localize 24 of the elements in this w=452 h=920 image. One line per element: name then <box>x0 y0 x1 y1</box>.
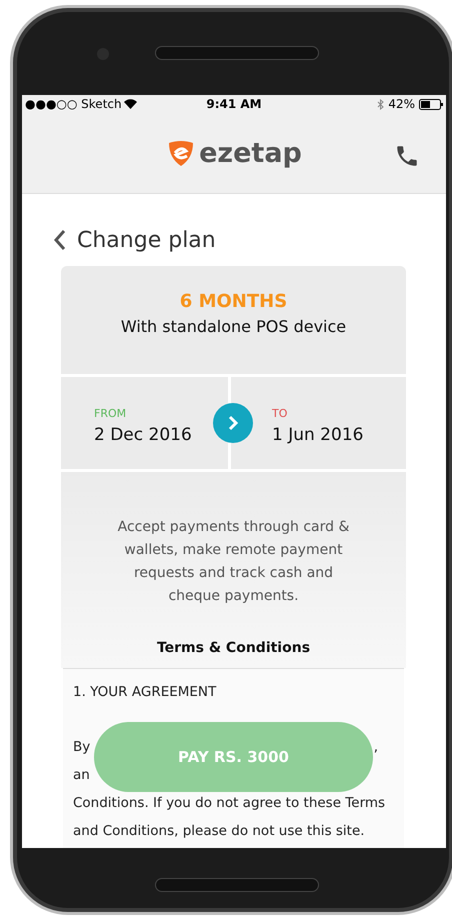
terms-text: an <box>73 766 90 786</box>
from-label: FROM <box>94 406 128 422</box>
bluetooth-icon <box>377 98 384 110</box>
pay-button[interactable]: PAY RS. 3000 <box>94 722 373 792</box>
battery-icon <box>418 98 443 110</box>
terms-text: , <box>374 738 378 758</box>
battery-text: 42% <box>388 96 415 113</box>
to-label: TO <box>272 406 288 422</box>
logo-text: ezetap <box>199 140 302 166</box>
terms-text: By <box>73 738 90 758</box>
terms-text: Conditions. If you do not agree to these Terms <box>73 794 386 814</box>
to-date: 1 Jun 2016 <box>272 424 364 446</box>
from-date: 2 Dec 2016 <box>94 424 193 446</box>
back-icon[interactable] <box>53 229 67 251</box>
plan-duration: 6 MONTHS <box>180 290 288 314</box>
terms-text: and Conditions, please do not use this site. <box>73 822 365 842</box>
page-title: Change plan <box>77 226 216 254</box>
plan-subtitle: With standalone POS device <box>120 316 346 338</box>
carrier-text: ●●●○○ Sketch <box>25 96 122 113</box>
wifi-icon <box>124 99 137 109</box>
plan-description: Accept payments through card & wallets, make remote payment requests and track cash and cheque payments. <box>116 518 350 606</box>
time-text: 9:41 AM <box>206 96 262 113</box>
terms-section-title: 1. YOUR AGREEMENT <box>73 683 218 702</box>
terms-heading: Terms & Conditions <box>156 639 310 658</box>
